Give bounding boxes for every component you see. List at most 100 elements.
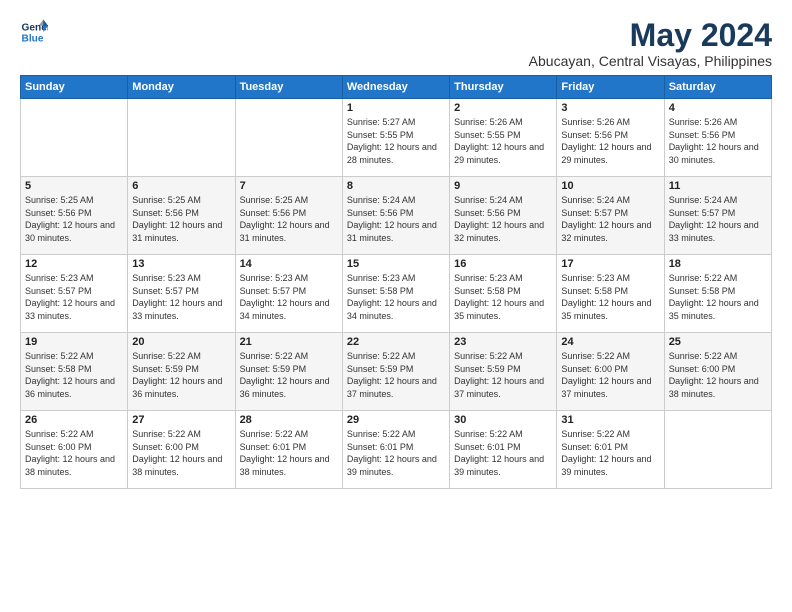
subtitle: Abucayan, Central Visayas, Philippines	[529, 53, 772, 69]
calendar-cell: 27 Sunrise: 5:22 AMSunset: 6:00 PMDayligh…	[128, 411, 235, 489]
calendar-cell: 17 Sunrise: 5:23 AMSunset: 5:58 PMDayligh…	[557, 255, 664, 333]
weekday-header: Monday	[128, 76, 235, 99]
day-number: 19	[25, 336, 123, 348]
day-info: Sunrise: 5:23 AMSunset: 5:58 PMDaylight:…	[561, 272, 659, 322]
calendar-week-row: 5 Sunrise: 5:25 AMSunset: 5:56 PMDaylight…	[21, 177, 772, 255]
day-info: Sunrise: 5:23 AMSunset: 5:57 PMDaylight:…	[132, 272, 230, 322]
day-number: 13	[132, 258, 230, 270]
calendar-cell: 2 Sunrise: 5:26 AMSunset: 5:55 PMDaylight…	[450, 99, 557, 177]
day-info: Sunrise: 5:26 AMSunset: 5:55 PMDaylight:…	[454, 116, 552, 166]
weekday-header: Wednesday	[342, 76, 449, 99]
day-number: 27	[132, 414, 230, 426]
calendar-week-row: 26 Sunrise: 5:22 AMSunset: 6:00 PMDayligh…	[21, 411, 772, 489]
calendar-week-row: 12 Sunrise: 5:23 AMSunset: 5:57 PMDayligh…	[21, 255, 772, 333]
day-number: 24	[561, 336, 659, 348]
calendar-cell: 14 Sunrise: 5:23 AMSunset: 5:57 PMDayligh…	[235, 255, 342, 333]
calendar-header-row: SundayMondayTuesdayWednesdayThursdayFrid…	[21, 76, 772, 99]
day-number: 10	[561, 180, 659, 192]
day-info: Sunrise: 5:22 AMSunset: 6:00 PMDaylight:…	[561, 350, 659, 400]
main-title: May 2024	[529, 18, 772, 53]
day-info: Sunrise: 5:23 AMSunset: 5:58 PMDaylight:…	[454, 272, 552, 322]
calendar-cell: 1 Sunrise: 5:27 AMSunset: 5:55 PMDaylight…	[342, 99, 449, 177]
day-number: 23	[454, 336, 552, 348]
day-info: Sunrise: 5:22 AMSunset: 5:58 PMDaylight:…	[25, 350, 123, 400]
calendar-cell: 3Sunrise: 5:26 AMSunset: 5:56 PMDaylight…	[557, 99, 664, 177]
calendar-week-row: 19 Sunrise: 5:22 AMSunset: 5:58 PMDayligh…	[21, 333, 772, 411]
calendar-cell: 4 Sunrise: 5:26 AMSunset: 5:56 PMDaylight…	[664, 99, 771, 177]
day-number: 18	[669, 258, 767, 270]
day-info: Sunrise: 5:22 AMSunset: 6:00 PMDaylight:…	[132, 428, 230, 478]
calendar-cell: 13 Sunrise: 5:23 AMSunset: 5:57 PMDayligh…	[128, 255, 235, 333]
day-info: Sunrise: 5:22 AMSunset: 6:00 PMDaylight:…	[25, 428, 123, 478]
day-info: Sunrise: 5:22 AMSunset: 5:59 PMDaylight:…	[132, 350, 230, 400]
day-number: 9	[454, 180, 552, 192]
day-number: 17	[561, 258, 659, 270]
page: General Blue May 2024 Abucayan, Central …	[0, 0, 792, 499]
calendar-week-row: 1 Sunrise: 5:27 AMSunset: 5:55 PMDaylight…	[21, 99, 772, 177]
calendar-cell: 24 Sunrise: 5:22 AMSunset: 6:00 PMDayligh…	[557, 333, 664, 411]
weekday-header: Tuesday	[235, 76, 342, 99]
day-info: Sunrise: 5:24 AMSunset: 5:57 PMDaylight:…	[669, 194, 767, 244]
calendar-cell: 5 Sunrise: 5:25 AMSunset: 5:56 PMDaylight…	[21, 177, 128, 255]
calendar-cell	[235, 99, 342, 177]
day-info: Sunrise: 5:22 AMSunset: 6:01 PMDaylight:…	[561, 428, 659, 478]
calendar-cell: 31 Sunrise: 5:22 AMSunset: 6:01 PMDayligh…	[557, 411, 664, 489]
calendar-cell: 11Sunrise: 5:24 AMSunset: 5:57 PMDayligh…	[664, 177, 771, 255]
day-number: 29	[347, 414, 445, 426]
day-info: Sunrise: 5:23 AMSunset: 5:57 PMDaylight:…	[240, 272, 338, 322]
day-number: 14	[240, 258, 338, 270]
calendar-cell	[664, 411, 771, 489]
day-number: 25	[669, 336, 767, 348]
calendar-cell: 18Sunrise: 5:22 AMSunset: 5:58 PMDayligh…	[664, 255, 771, 333]
day-number: 16	[454, 258, 552, 270]
weekday-header: Friday	[557, 76, 664, 99]
calendar-cell: 7 Sunrise: 5:25 AMSunset: 5:56 PMDaylight…	[235, 177, 342, 255]
calendar-cell	[128, 99, 235, 177]
day-number: 8	[347, 180, 445, 192]
weekday-header: Thursday	[450, 76, 557, 99]
calendar-cell: 6Sunrise: 5:25 AMSunset: 5:56 PMDaylight…	[128, 177, 235, 255]
day-number: 15	[347, 258, 445, 270]
day-info: Sunrise: 5:25 AMSunset: 5:56 PMDaylight:…	[132, 194, 230, 244]
calendar-cell: 9 Sunrise: 5:24 AMSunset: 5:56 PMDaylight…	[450, 177, 557, 255]
day-number: 20	[132, 336, 230, 348]
day-number: 30	[454, 414, 552, 426]
logo-icon: General Blue	[20, 18, 48, 46]
day-number: 2	[454, 102, 552, 114]
calendar-cell	[21, 99, 128, 177]
day-number: 3	[561, 102, 659, 114]
day-info: Sunrise: 5:27 AMSunset: 5:55 PMDaylight:…	[347, 116, 445, 166]
day-number: 7	[240, 180, 338, 192]
weekday-header: Saturday	[664, 76, 771, 99]
day-info: Sunrise: 5:22 AMSunset: 5:59 PMDaylight:…	[347, 350, 445, 400]
calendar-cell: 15 Sunrise: 5:23 AMSunset: 5:58 PMDayligh…	[342, 255, 449, 333]
calendar-cell: 16 Sunrise: 5:23 AMSunset: 5:58 PMDayligh…	[450, 255, 557, 333]
day-number: 5	[25, 180, 123, 192]
day-info: Sunrise: 5:25 AMSunset: 5:56 PMDaylight:…	[25, 194, 123, 244]
calendar-cell: 22 Sunrise: 5:22 AMSunset: 5:59 PMDayligh…	[342, 333, 449, 411]
calendar-cell: 21Sunrise: 5:22 AMSunset: 5:59 PMDayligh…	[235, 333, 342, 411]
title-block: May 2024 Abucayan, Central Visayas, Phil…	[529, 18, 772, 69]
day-info: Sunrise: 5:24 AMSunset: 5:56 PMDaylight:…	[347, 194, 445, 244]
day-info: Sunrise: 5:23 AMSunset: 5:58 PMDaylight:…	[347, 272, 445, 322]
day-number: 26	[25, 414, 123, 426]
day-number: 1	[347, 102, 445, 114]
weekday-header: Sunday	[21, 76, 128, 99]
day-info: Sunrise: 5:22 AMSunset: 6:01 PMDaylight:…	[240, 428, 338, 478]
calendar-cell: 10 Sunrise: 5:24 AMSunset: 5:57 PMDayligh…	[557, 177, 664, 255]
day-number: 28	[240, 414, 338, 426]
day-number: 31	[561, 414, 659, 426]
day-info: Sunrise: 5:24 AMSunset: 5:57 PMDaylight:…	[561, 194, 659, 244]
day-info: Sunrise: 5:25 AMSunset: 5:56 PMDaylight:…	[240, 194, 338, 244]
calendar-cell: 29 Sunrise: 5:22 AMSunset: 6:01 PMDayligh…	[342, 411, 449, 489]
day-number: 4	[669, 102, 767, 114]
calendar-cell: 19 Sunrise: 5:22 AMSunset: 5:58 PMDayligh…	[21, 333, 128, 411]
day-info: Sunrise: 5:22 AMSunset: 5:59 PMDaylight:…	[454, 350, 552, 400]
calendar-cell: 26 Sunrise: 5:22 AMSunset: 6:00 PMDayligh…	[21, 411, 128, 489]
day-info: Sunrise: 5:22 AMSunset: 6:00 PMDaylight:…	[669, 350, 767, 400]
day-info: Sunrise: 5:26 AMSunset: 5:56 PMDaylight:…	[669, 116, 767, 166]
day-info: Sunrise: 5:22 AMSunset: 6:01 PMDaylight:…	[347, 428, 445, 478]
day-number: 22	[347, 336, 445, 348]
day-number: 12	[25, 258, 123, 270]
day-info: Sunrise: 5:24 AMSunset: 5:56 PMDaylight:…	[454, 194, 552, 244]
